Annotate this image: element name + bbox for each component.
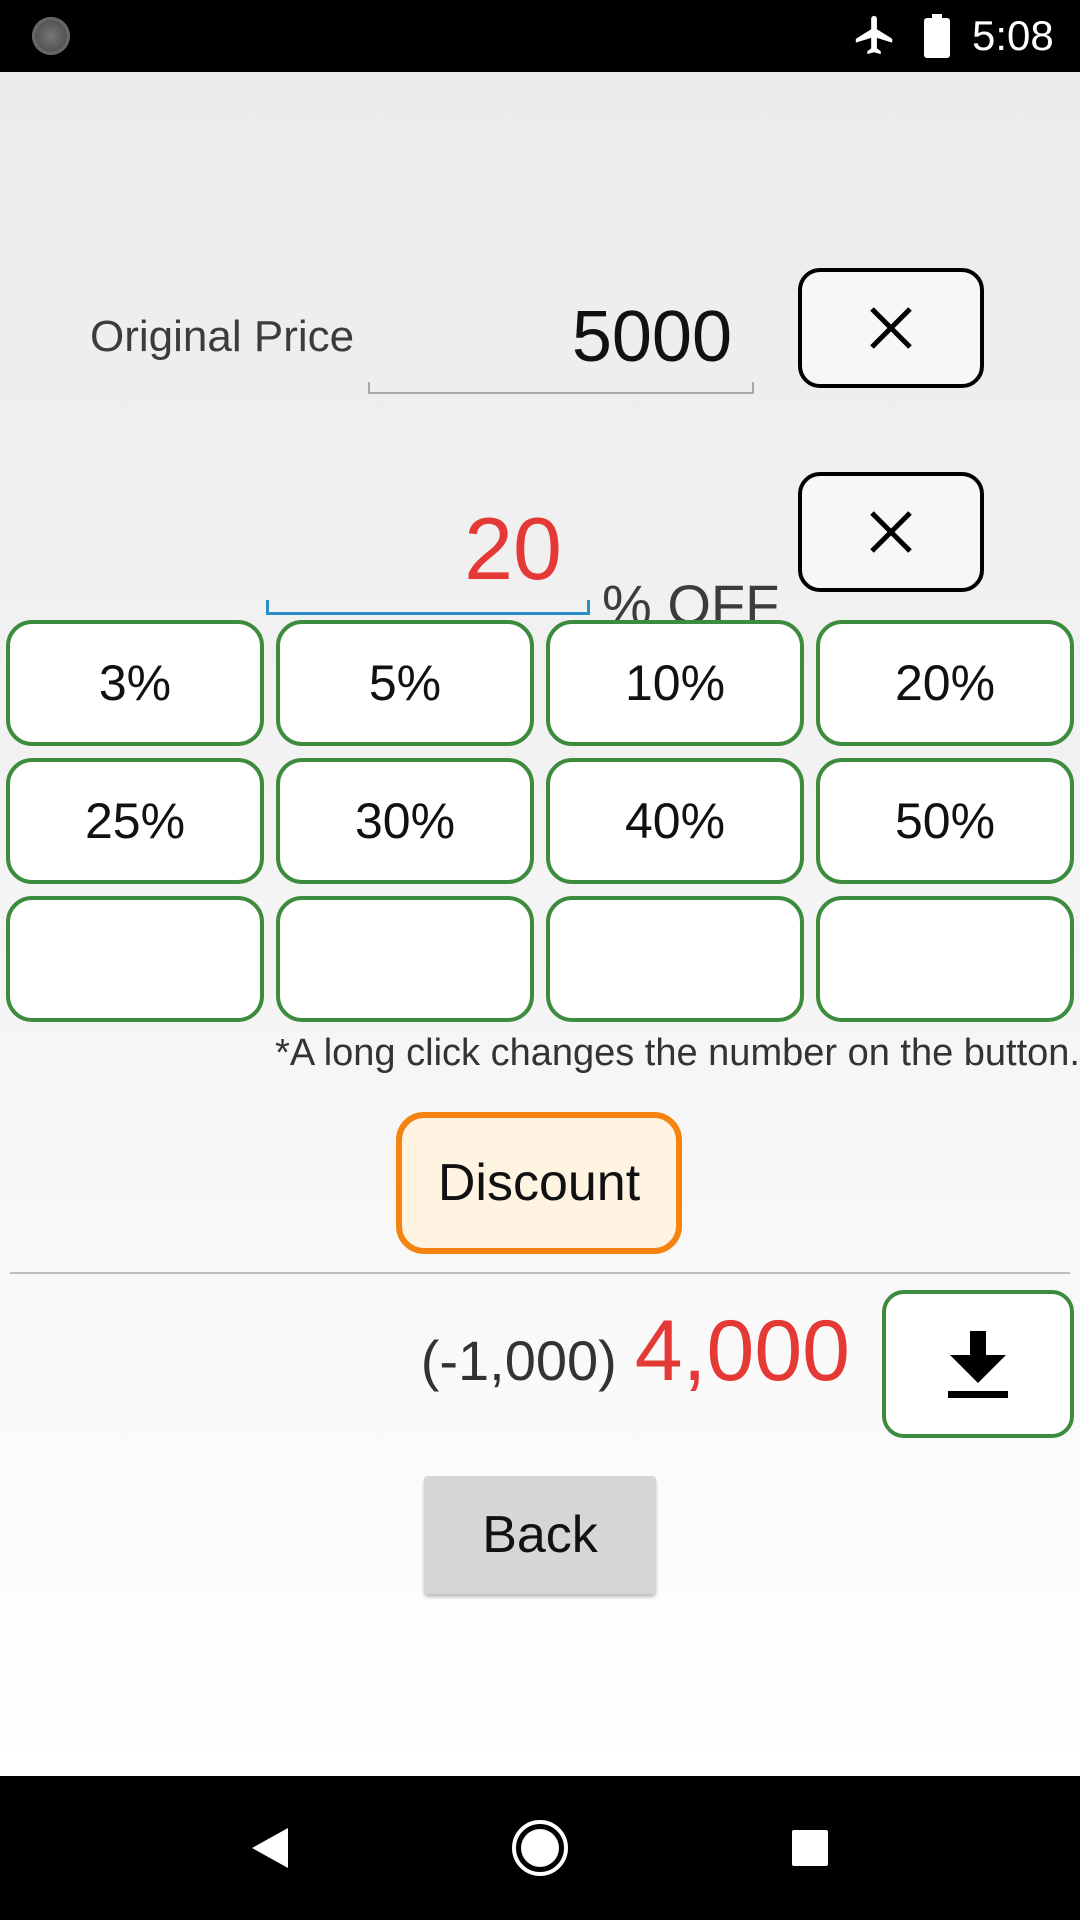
home-icon [512,1820,568,1876]
original-price-input[interactable]: 5000 [368,292,754,394]
original-price-label: Original Price [90,312,355,361]
preset-grid: 3% 5% 10% 20% 25% 30% 40% 50% [6,620,1076,1022]
navigation-bar [0,1776,1080,1920]
result-display: (-1,000) 4,000 [421,1302,850,1401]
close-icon [870,307,912,349]
divider [10,1272,1070,1274]
back-button[interactable]: Back [424,1476,656,1594]
preset-button-empty[interactable] [816,896,1074,1022]
preset-button[interactable]: 40% [546,758,804,884]
nav-home-button[interactable] [500,1776,580,1920]
preset-button-empty[interactable] [546,896,804,1022]
discount-percent-input[interactable]: 20 [266,492,590,615]
preset-button-empty[interactable] [6,896,264,1022]
final-price: 4,000 [634,1303,850,1399]
nav-back-button[interactable] [230,1776,310,1920]
discount-percent-value: 20 [464,499,562,598]
preset-button[interactable]: 25% [6,758,264,884]
app-notification-icon [32,17,70,55]
preset-button[interactable]: 50% [816,758,1074,884]
preset-button[interactable]: 5% [276,620,534,746]
preset-button[interactable]: 30% [276,758,534,884]
download-button[interactable] [882,1290,1074,1438]
discount-difference: (-1,000) [420,1329,617,1392]
original-price-value: 5000 [571,297,732,377]
battery-icon [924,14,950,58]
back-icon [252,1828,288,1868]
preset-button[interactable]: 10% [546,620,804,746]
clear-price-button[interactable] [798,268,984,388]
close-icon [870,511,912,553]
app-content: Original Price 5000 20 % OFF 3% 5% 10% 2… [0,72,1080,1776]
download-icon [948,1331,1008,1398]
nav-recents-button[interactable] [770,1776,850,1920]
long-click-hint: *A long click changes the number on the … [275,1032,1080,1074]
preset-button[interactable]: 3% [6,620,264,746]
preset-button[interactable]: 20% [816,620,1074,746]
preset-button-empty[interactable] [276,896,534,1022]
status-time: 5:08 [972,12,1054,59]
clear-percent-button[interactable] [798,472,984,592]
discount-button[interactable]: Discount [396,1112,682,1254]
status-bar: 5:08 [0,0,1080,72]
airplane-mode-icon [855,15,893,55]
recents-icon [792,1830,828,1866]
